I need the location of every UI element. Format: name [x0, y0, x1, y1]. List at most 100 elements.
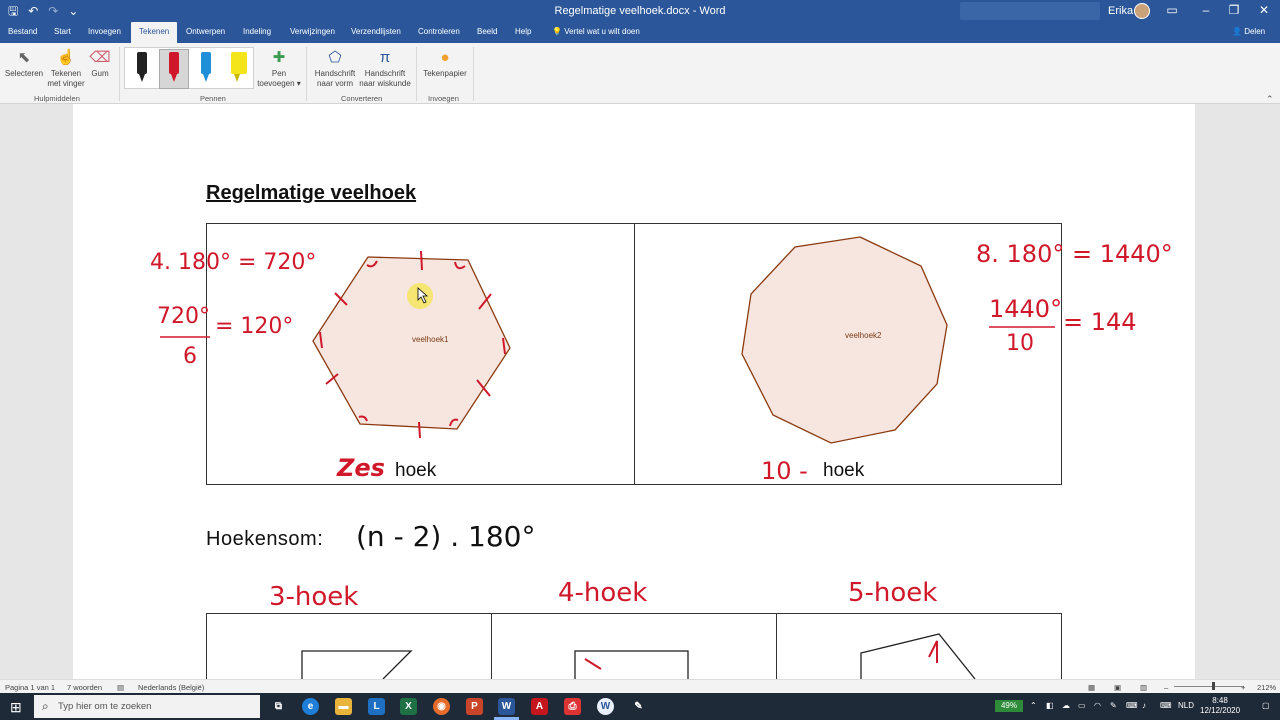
- minimize-icon[interactable]: –: [1196, 3, 1216, 17]
- notifications-icon[interactable]: ▢: [1262, 701, 1270, 710]
- lightbulb-icon: 💡: [552, 27, 562, 36]
- web-layout-icon[interactable]: ▥: [1140, 683, 1147, 692]
- word-count[interactable]: 7 woorden: [67, 683, 102, 692]
- document-area: Regelmatige veelhoek veelhoek1 veelhoek2…: [0, 104, 1280, 679]
- ribbon-display-icon[interactable]: ▭: [1162, 3, 1182, 17]
- app-l-icon[interactable]: L: [368, 698, 385, 715]
- close-icon[interactable]: ✕: [1254, 3, 1274, 17]
- tab-indeling[interactable]: Indeling: [243, 27, 271, 36]
- acrobat-icon[interactable]: A: [531, 698, 548, 715]
- person-icon: 👤: [1232, 27, 1242, 36]
- group-tools-label: Hulpmiddelen: [34, 94, 80, 103]
- ink-right-denominator: 10: [1006, 331, 1034, 356]
- tray-cloud-icon[interactable]: ☁: [1062, 701, 1070, 710]
- tab-ontwerpen[interactable]: Ontwerpen: [186, 27, 225, 36]
- avatar[interactable]: [1134, 3, 1150, 19]
- pdf-icon[interactable]: ⎙: [564, 698, 581, 715]
- red-pen[interactable]: [167, 50, 181, 84]
- ink-right-numerator: 1440°: [989, 295, 1063, 323]
- document-page[interactable]: Regelmatige veelhoek veelhoek1 veelhoek2…: [73, 104, 1195, 679]
- eraser-button[interactable]: ⌫ Gum: [88, 49, 112, 79]
- finger-icon: ☝: [56, 49, 76, 66]
- ink-row2-label-a: 3-hoek: [269, 582, 359, 612]
- cell1-label: hoek: [395, 460, 437, 481]
- clock[interactable]: 8:48 12/12/2020: [1200, 696, 1240, 716]
- select-button[interactable]: ⬉ Selecteren: [4, 49, 44, 79]
- zoom-slider-thumb[interactable]: [1212, 682, 1215, 690]
- windows-start-icon[interactable]: ⊞: [10, 699, 22, 716]
- ribbon-separator: [306, 47, 307, 101]
- language-indicator[interactable]: Nederlands (België): [138, 683, 204, 692]
- zoom-level[interactable]: 212%: [1257, 683, 1276, 692]
- ink-to-math-button[interactable]: π Handschrift naar wiskunde: [358, 49, 412, 89]
- volume-icon[interactable]: ♪: [1142, 701, 1146, 710]
- user-name[interactable]: Erika: [1108, 5, 1133, 17]
- tray-app-icon[interactable]: ◧: [1046, 701, 1054, 710]
- add-pen-button[interactable]: ✚ Pen toevoegen ▾: [256, 49, 302, 89]
- powerpoint-icon[interactable]: P: [466, 698, 483, 715]
- language-code[interactable]: NLD: [1178, 701, 1194, 710]
- ribbon-separator: [473, 47, 474, 101]
- input-icon[interactable]: ⌨: [1160, 701, 1172, 710]
- restore-icon[interactable]: ❐: [1224, 3, 1244, 17]
- pen-workspace-icon[interactable]: ✎: [1110, 701, 1117, 710]
- tray-arrow-icon[interactable]: ⌃: [1030, 701, 1037, 710]
- decagon-shape[interactable]: [741, 236, 948, 444]
- canvas-icon: ●: [440, 49, 450, 66]
- ink-right-result: = 144: [1063, 308, 1137, 336]
- table-cell-row2-a[interactable]: [206, 613, 492, 679]
- zoom-slider[interactable]: [1174, 686, 1244, 687]
- tab-tekenen[interactable]: Tekenen: [131, 22, 178, 43]
- keyboard-icon[interactable]: ⌨: [1126, 701, 1138, 710]
- battery-indicator[interactable]: 49%: [995, 700, 1023, 712]
- tab-invoegen[interactable]: Invoegen: [88, 27, 121, 36]
- battery-icon[interactable]: ▭: [1078, 701, 1086, 710]
- ink-to-shape-button[interactable]: ⬠ Handschrift naar vorm: [312, 49, 358, 89]
- ribbon: ⬉ Selecteren ☝ Tekenen met vinger ⌫ Gum …: [0, 43, 1280, 104]
- pen-app-icon[interactable]: ✎: [630, 698, 647, 715]
- table-cell-row2-b[interactable]: [491, 613, 777, 679]
- shapes-icon: ⬠: [328, 49, 342, 66]
- drawing-canvas-button[interactable]: ● Tekenpapier: [420, 49, 470, 79]
- edge-icon[interactable]: e: [302, 698, 319, 715]
- task-view-icon[interactable]: ⧉: [270, 698, 287, 715]
- hexagon-label: veelhoek1: [412, 335, 449, 344]
- tab-beeld[interactable]: Beeld: [477, 27, 497, 36]
- app-w-icon[interactable]: W: [597, 698, 614, 715]
- yellow-highlighter[interactable]: [229, 50, 249, 84]
- group-insert-label: Invoegen: [428, 94, 459, 103]
- tab-controleren[interactable]: Controleren: [418, 27, 460, 36]
- table-cell-row2-c[interactable]: [776, 613, 1062, 679]
- proofing-icon[interactable]: ▤: [117, 683, 124, 692]
- tell-me-search[interactable]: 💡 Vertel wat u wilt doen: [552, 27, 640, 36]
- network-icon[interactable]: ◠: [1094, 701, 1101, 710]
- tab-start[interactable]: Start: [54, 27, 71, 36]
- print-layout-icon[interactable]: ▣: [1114, 683, 1121, 692]
- tab-bestand[interactable]: Bestand: [8, 27, 37, 36]
- tab-verzendlijsten[interactable]: Verzendlijsten: [351, 27, 401, 36]
- file-explorer-icon[interactable]: ▬: [335, 698, 352, 715]
- tab-help[interactable]: Help: [515, 27, 531, 36]
- taskbar-search[interactable]: ⌕ Typ hier om te zoeken: [34, 695, 260, 718]
- share-button[interactable]: 👤 Delen: [1232, 27, 1265, 36]
- black-pen[interactable]: [135, 50, 149, 84]
- zoom-in-icon[interactable]: +: [1241, 683, 1245, 692]
- add-pen-label-2: toevoegen: [257, 79, 295, 88]
- firefox-icon[interactable]: ◉: [433, 698, 450, 715]
- page-count[interactable]: Pagina 1 van 1: [5, 683, 55, 692]
- tab-verwijzingen[interactable]: Verwijzingen: [290, 27, 335, 36]
- decagon-label: veelhoek2: [845, 331, 882, 340]
- add-pen-label-1: Pen: [271, 69, 287, 78]
- word-icon[interactable]: W: [498, 698, 515, 715]
- finger-label-2: met vinger: [47, 79, 85, 88]
- blue-pen[interactable]: [199, 50, 213, 84]
- word-window: 🖫 ↶ ↷ ⌄ Regelmatige veelhoek.docx - Word…: [0, 0, 1280, 720]
- draw-with-finger-button[interactable]: ☝ Tekenen met vinger: [44, 49, 88, 89]
- excel-icon[interactable]: X: [400, 698, 417, 715]
- zoom-out-icon[interactable]: –: [1164, 683, 1168, 692]
- plus-icon: ✚: [272, 49, 286, 66]
- title-bar: 🖫 ↶ ↷ ⌄ Regelmatige veelhoek.docx - Word…: [0, 0, 1280, 22]
- pen-gallery: [124, 47, 254, 89]
- ink-left-result: = 120°: [215, 314, 294, 339]
- focus-mode-icon[interactable]: ▦: [1088, 683, 1095, 692]
